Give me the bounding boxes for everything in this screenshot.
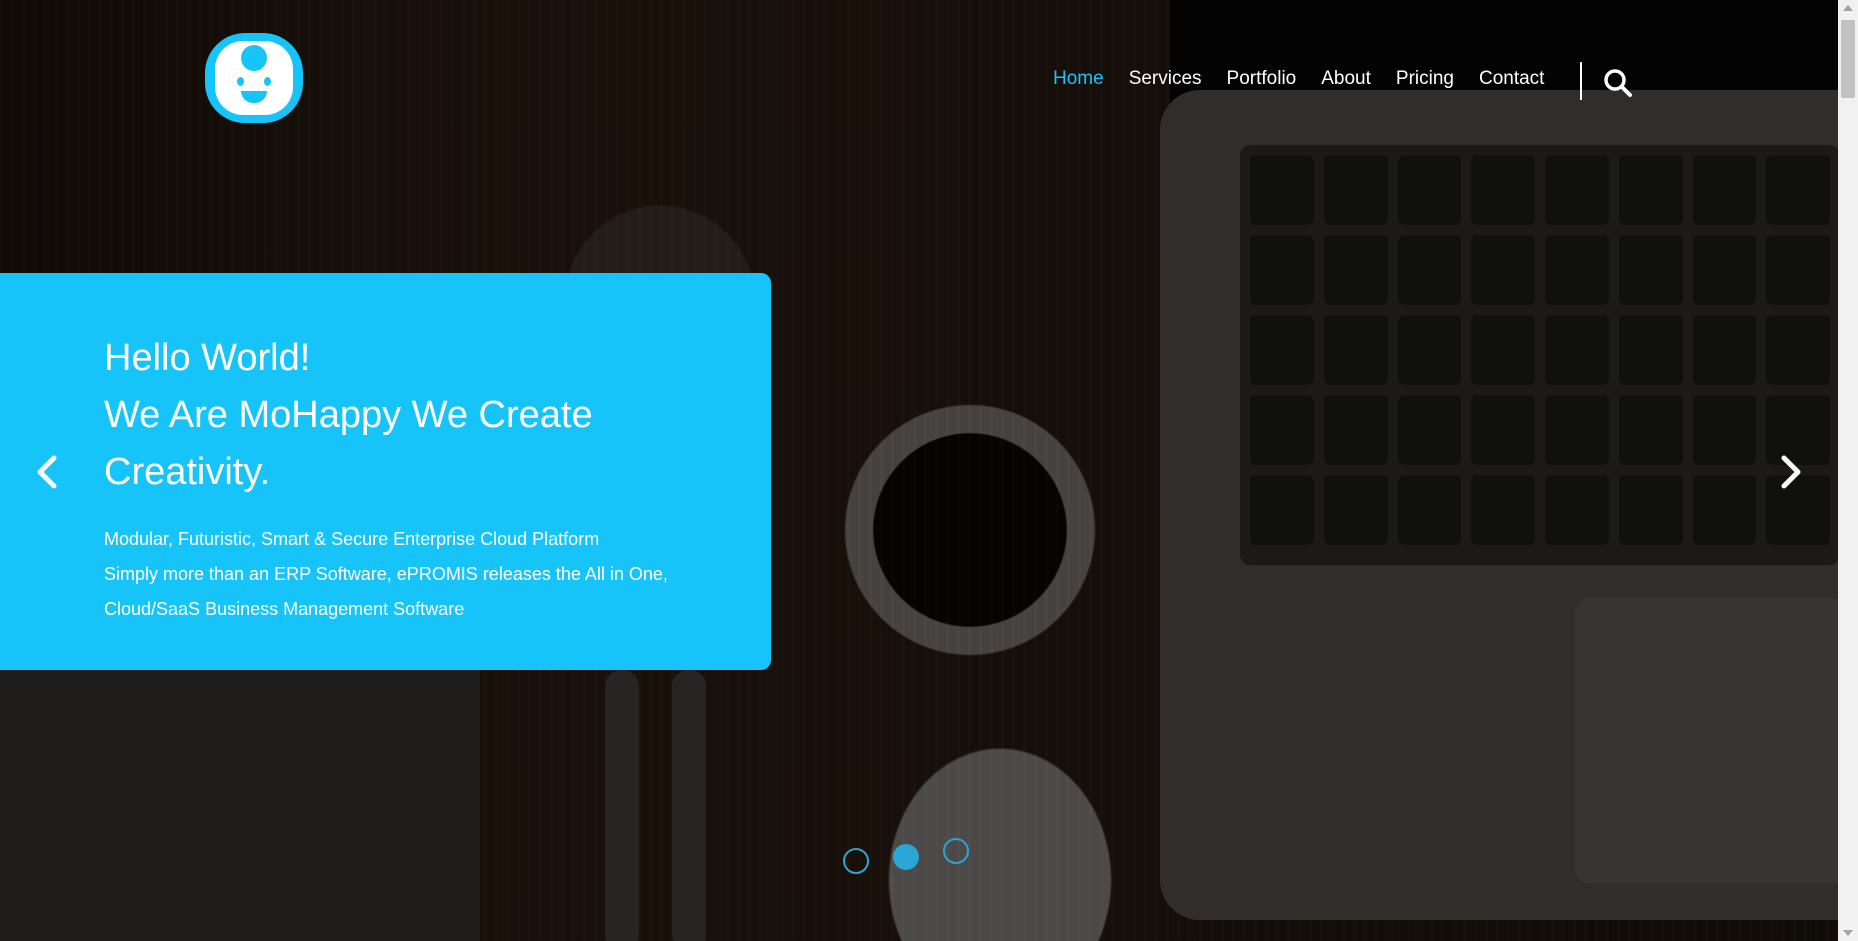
hero-title-line: Creativity. xyxy=(104,451,271,493)
main-nav: Home Services Portfolio About Pricing Co… xyxy=(1053,68,1569,90)
nav-contact[interactable]: Contact xyxy=(1479,68,1544,90)
nav-services[interactable]: Services xyxy=(1129,68,1202,90)
hero-text-line: Simply more than an ERP Software, ePROMI… xyxy=(104,564,668,584)
slider-dot-2[interactable] xyxy=(893,844,919,870)
site-logo[interactable] xyxy=(205,33,303,123)
scroll-down-icon[interactable] xyxy=(1843,930,1853,936)
hero-description: Modular, Futuristic, Smart & Secure Ente… xyxy=(104,522,704,627)
slider-next-button[interactable] xyxy=(1770,450,1810,494)
hero-text-line: Modular, Futuristic, Smart & Secure Ente… xyxy=(104,529,600,549)
smiley-face-logo-icon xyxy=(215,41,293,115)
hero-title-line: Hello World! xyxy=(104,337,311,379)
nav-home[interactable]: Home xyxy=(1053,68,1104,90)
nav-portfolio[interactable]: Portfolio xyxy=(1227,68,1297,90)
slider-dot-1[interactable] xyxy=(843,848,869,874)
nav-divider xyxy=(1580,62,1582,100)
chevron-right-icon xyxy=(1781,455,1801,489)
hero-title-line: We Are MoHappy We Create xyxy=(104,394,593,436)
page-scrollbar[interactable] xyxy=(1838,0,1858,941)
slider-dot-3[interactable] xyxy=(943,838,969,864)
search-icon[interactable] xyxy=(1603,68,1633,98)
slider-prev-button[interactable] xyxy=(28,450,68,494)
hero-text-line: Cloud/SaaS Business Management Software xyxy=(104,599,465,619)
scroll-up-icon[interactable] xyxy=(1843,5,1853,11)
nav-about[interactable]: About xyxy=(1321,68,1371,90)
nav-pricing[interactable]: Pricing xyxy=(1396,68,1454,90)
chevron-left-icon xyxy=(37,455,57,489)
scroll-thumb[interactable] xyxy=(1841,20,1855,98)
hero-title: Hello World! We Are MoHappy We Create Cr… xyxy=(104,330,704,501)
